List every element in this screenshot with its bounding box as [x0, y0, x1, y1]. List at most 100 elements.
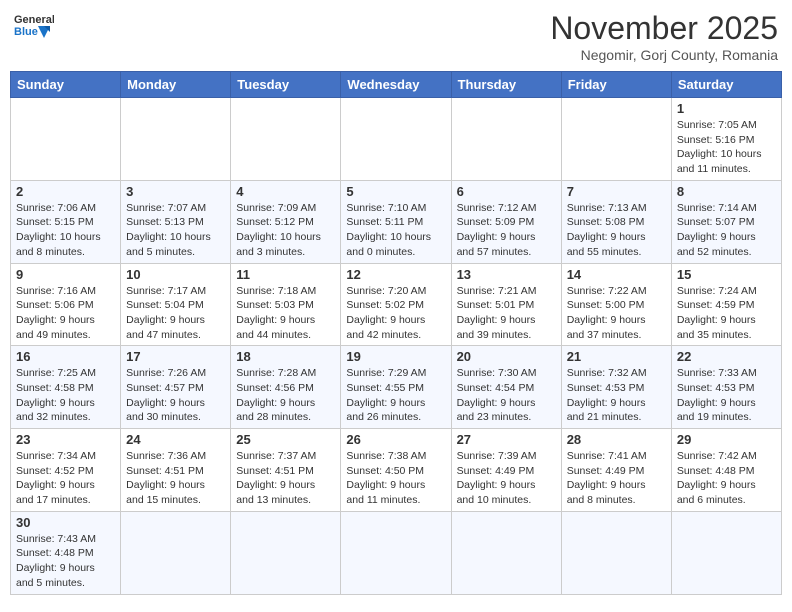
calendar-week-1: 1 Sunrise: 7:05 AM Sunset: 5:16 PM Daylig…: [11, 98, 782, 181]
day-number: 9: [16, 267, 115, 282]
calendar-cell-3-6: 22 Sunrise: 7:33 AM Sunset: 4:53 PM Dayli…: [671, 346, 781, 429]
day-info: Sunrise: 7:09 AM Sunset: 5:12 PM Dayligh…: [236, 201, 335, 260]
col-saturday: Saturday: [671, 72, 781, 98]
generalblue-logo-svg: General Blue: [14, 10, 54, 48]
day-number: 24: [126, 432, 225, 447]
calendar-cell-4-2: 25 Sunrise: 7:37 AM Sunset: 4:51 PM Dayli…: [231, 429, 341, 512]
logo: General Blue: [14, 10, 54, 48]
day-info: Sunrise: 7:42 AM Sunset: 4:48 PM Dayligh…: [677, 449, 776, 508]
calendar-week-2: 2Sunrise: 7:06 AM Sunset: 5:15 PM Daylig…: [11, 180, 782, 263]
calendar-cell-5-1: [121, 511, 231, 594]
day-number: 22: [677, 349, 776, 364]
calendar-cell-2-2: 11 Sunrise: 7:18 AM Sunset: 5:03 PM Dayli…: [231, 263, 341, 346]
title-area: November 2025 Negomir, Gorj County, Roma…: [550, 10, 778, 63]
day-number: 4: [236, 184, 335, 199]
calendar-cell-5-6: [671, 511, 781, 594]
day-info: Sunrise: 7:32 AM Sunset: 4:53 PM Dayligh…: [567, 366, 666, 425]
day-number: 1: [677, 101, 776, 116]
calendar-table: Sunday Monday Tuesday Wednesday Thursday…: [10, 71, 782, 595]
calendar-cell-4-4: 27Sunrise: 7:39 AM Sunset: 4:49 PM Dayli…: [451, 429, 561, 512]
calendar-cell-1-4: 6 Sunrise: 7:12 AM Sunset: 5:09 PM Daylig…: [451, 180, 561, 263]
day-number: 8: [677, 184, 776, 199]
day-info: Sunrise: 7:33 AM Sunset: 4:53 PM Dayligh…: [677, 366, 776, 425]
col-sunday: Sunday: [11, 72, 121, 98]
col-friday: Friday: [561, 72, 671, 98]
calendar-cell-3-3: 19 Sunrise: 7:29 AM Sunset: 4:55 PM Dayli…: [341, 346, 451, 429]
calendar-cell-1-2: 4 Sunrise: 7:09 AM Sunset: 5:12 PM Daylig…: [231, 180, 341, 263]
day-info: Sunrise: 7:22 AM Sunset: 5:00 PM Dayligh…: [567, 284, 666, 343]
calendar-cell-2-1: 10 Sunrise: 7:17 AM Sunset: 5:04 PM Dayli…: [121, 263, 231, 346]
calendar-cell-3-0: 16 Sunrise: 7:25 AM Sunset: 4:58 PM Dayli…: [11, 346, 121, 429]
day-number: 3: [126, 184, 225, 199]
day-number: 10: [126, 267, 225, 282]
day-info: Sunrise: 7:21 AM Sunset: 5:01 PM Dayligh…: [457, 284, 556, 343]
day-info: Sunrise: 7:17 AM Sunset: 5:04 PM Dayligh…: [126, 284, 225, 343]
calendar-cell-0-1: [121, 98, 231, 181]
calendar-cell-0-4: [451, 98, 561, 181]
day-info: Sunrise: 7:18 AM Sunset: 5:03 PM Dayligh…: [236, 284, 335, 343]
day-info: Sunrise: 7:25 AM Sunset: 4:58 PM Dayligh…: [16, 366, 115, 425]
day-number: 27: [457, 432, 556, 447]
calendar-week-6: 30 Sunrise: 7:43 AM Sunset: 4:48 PM Dayli…: [11, 511, 782, 594]
day-number: 11: [236, 267, 335, 282]
day-info: Sunrise: 7:41 AM Sunset: 4:49 PM Dayligh…: [567, 449, 666, 508]
calendar-cell-0-5: [561, 98, 671, 181]
calendar-cell-0-2: [231, 98, 341, 181]
calendar-week-3: 9 Sunrise: 7:16 AM Sunset: 5:06 PM Daylig…: [11, 263, 782, 346]
calendar-cell-5-3: [341, 511, 451, 594]
day-info: Sunrise: 7:30 AM Sunset: 4:54 PM Dayligh…: [457, 366, 556, 425]
day-info: Sunrise: 7:29 AM Sunset: 4:55 PM Dayligh…: [346, 366, 445, 425]
calendar-cell-5-2: [231, 511, 341, 594]
day-number: 13: [457, 267, 556, 282]
day-number: 26: [346, 432, 445, 447]
day-info: Sunrise: 7:16 AM Sunset: 5:06 PM Dayligh…: [16, 284, 115, 343]
calendar-cell-2-0: 9 Sunrise: 7:16 AM Sunset: 5:06 PM Daylig…: [11, 263, 121, 346]
calendar-header-row: Sunday Monday Tuesday Wednesday Thursday…: [11, 72, 782, 98]
day-info: Sunrise: 7:07 AM Sunset: 5:13 PM Dayligh…: [126, 201, 225, 260]
day-info: Sunrise: 7:26 AM Sunset: 4:57 PM Dayligh…: [126, 366, 225, 425]
day-number: 19: [346, 349, 445, 364]
day-number: 23: [16, 432, 115, 447]
calendar-cell-5-5: [561, 511, 671, 594]
day-info: Sunrise: 7:13 AM Sunset: 5:08 PM Dayligh…: [567, 201, 666, 260]
calendar-cell-2-5: 14Sunrise: 7:22 AM Sunset: 5:00 PM Dayli…: [561, 263, 671, 346]
day-number: 2: [16, 184, 115, 199]
page-header: General Blue November 2025 Negomir, Gorj…: [10, 10, 782, 63]
day-number: 21: [567, 349, 666, 364]
day-number: 29: [677, 432, 776, 447]
day-number: 5: [346, 184, 445, 199]
day-number: 16: [16, 349, 115, 364]
svg-text:General: General: [14, 14, 54, 26]
col-wednesday: Wednesday: [341, 72, 451, 98]
calendar-cell-0-0: [11, 98, 121, 181]
calendar-week-5: 23Sunrise: 7:34 AM Sunset: 4:52 PM Dayli…: [11, 429, 782, 512]
col-thursday: Thursday: [451, 72, 561, 98]
day-number: 17: [126, 349, 225, 364]
calendar-cell-3-2: 18Sunrise: 7:28 AM Sunset: 4:56 PM Dayli…: [231, 346, 341, 429]
day-number: 30: [16, 515, 115, 530]
day-number: 7: [567, 184, 666, 199]
day-info: Sunrise: 7:37 AM Sunset: 4:51 PM Dayligh…: [236, 449, 335, 508]
day-info: Sunrise: 7:05 AM Sunset: 5:16 PM Dayligh…: [677, 118, 776, 177]
calendar-cell-2-6: 15Sunrise: 7:24 AM Sunset: 4:59 PM Dayli…: [671, 263, 781, 346]
calendar-cell-4-3: 26 Sunrise: 7:38 AM Sunset: 4:50 PM Dayli…: [341, 429, 451, 512]
location-subtitle: Negomir, Gorj County, Romania: [550, 47, 778, 63]
calendar-cell-2-4: 13 Sunrise: 7:21 AM Sunset: 5:01 PM Dayli…: [451, 263, 561, 346]
calendar-cell-1-3: 5Sunrise: 7:10 AM Sunset: 5:11 PM Daylig…: [341, 180, 451, 263]
calendar-cell-4-1: 24 Sunrise: 7:36 AM Sunset: 4:51 PM Dayli…: [121, 429, 231, 512]
day-info: Sunrise: 7:43 AM Sunset: 4:48 PM Dayligh…: [16, 532, 115, 591]
day-info: Sunrise: 7:12 AM Sunset: 5:09 PM Dayligh…: [457, 201, 556, 260]
day-info: Sunrise: 7:36 AM Sunset: 4:51 PM Dayligh…: [126, 449, 225, 508]
calendar-cell-1-1: 3 Sunrise: 7:07 AM Sunset: 5:13 PM Daylig…: [121, 180, 231, 263]
calendar-cell-0-3: [341, 98, 451, 181]
day-number: 28: [567, 432, 666, 447]
day-number: 25: [236, 432, 335, 447]
day-info: Sunrise: 7:38 AM Sunset: 4:50 PM Dayligh…: [346, 449, 445, 508]
calendar-week-4: 16 Sunrise: 7:25 AM Sunset: 4:58 PM Dayli…: [11, 346, 782, 429]
calendar-cell-0-6: 1 Sunrise: 7:05 AM Sunset: 5:16 PM Daylig…: [671, 98, 781, 181]
day-number: 6: [457, 184, 556, 199]
calendar-cell-1-6: 8Sunrise: 7:14 AM Sunset: 5:07 PM Daylig…: [671, 180, 781, 263]
day-info: Sunrise: 7:24 AM Sunset: 4:59 PM Dayligh…: [677, 284, 776, 343]
calendar-cell-4-0: 23Sunrise: 7:34 AM Sunset: 4:52 PM Dayli…: [11, 429, 121, 512]
calendar-cell-1-5: 7 Sunrise: 7:13 AM Sunset: 5:08 PM Daylig…: [561, 180, 671, 263]
